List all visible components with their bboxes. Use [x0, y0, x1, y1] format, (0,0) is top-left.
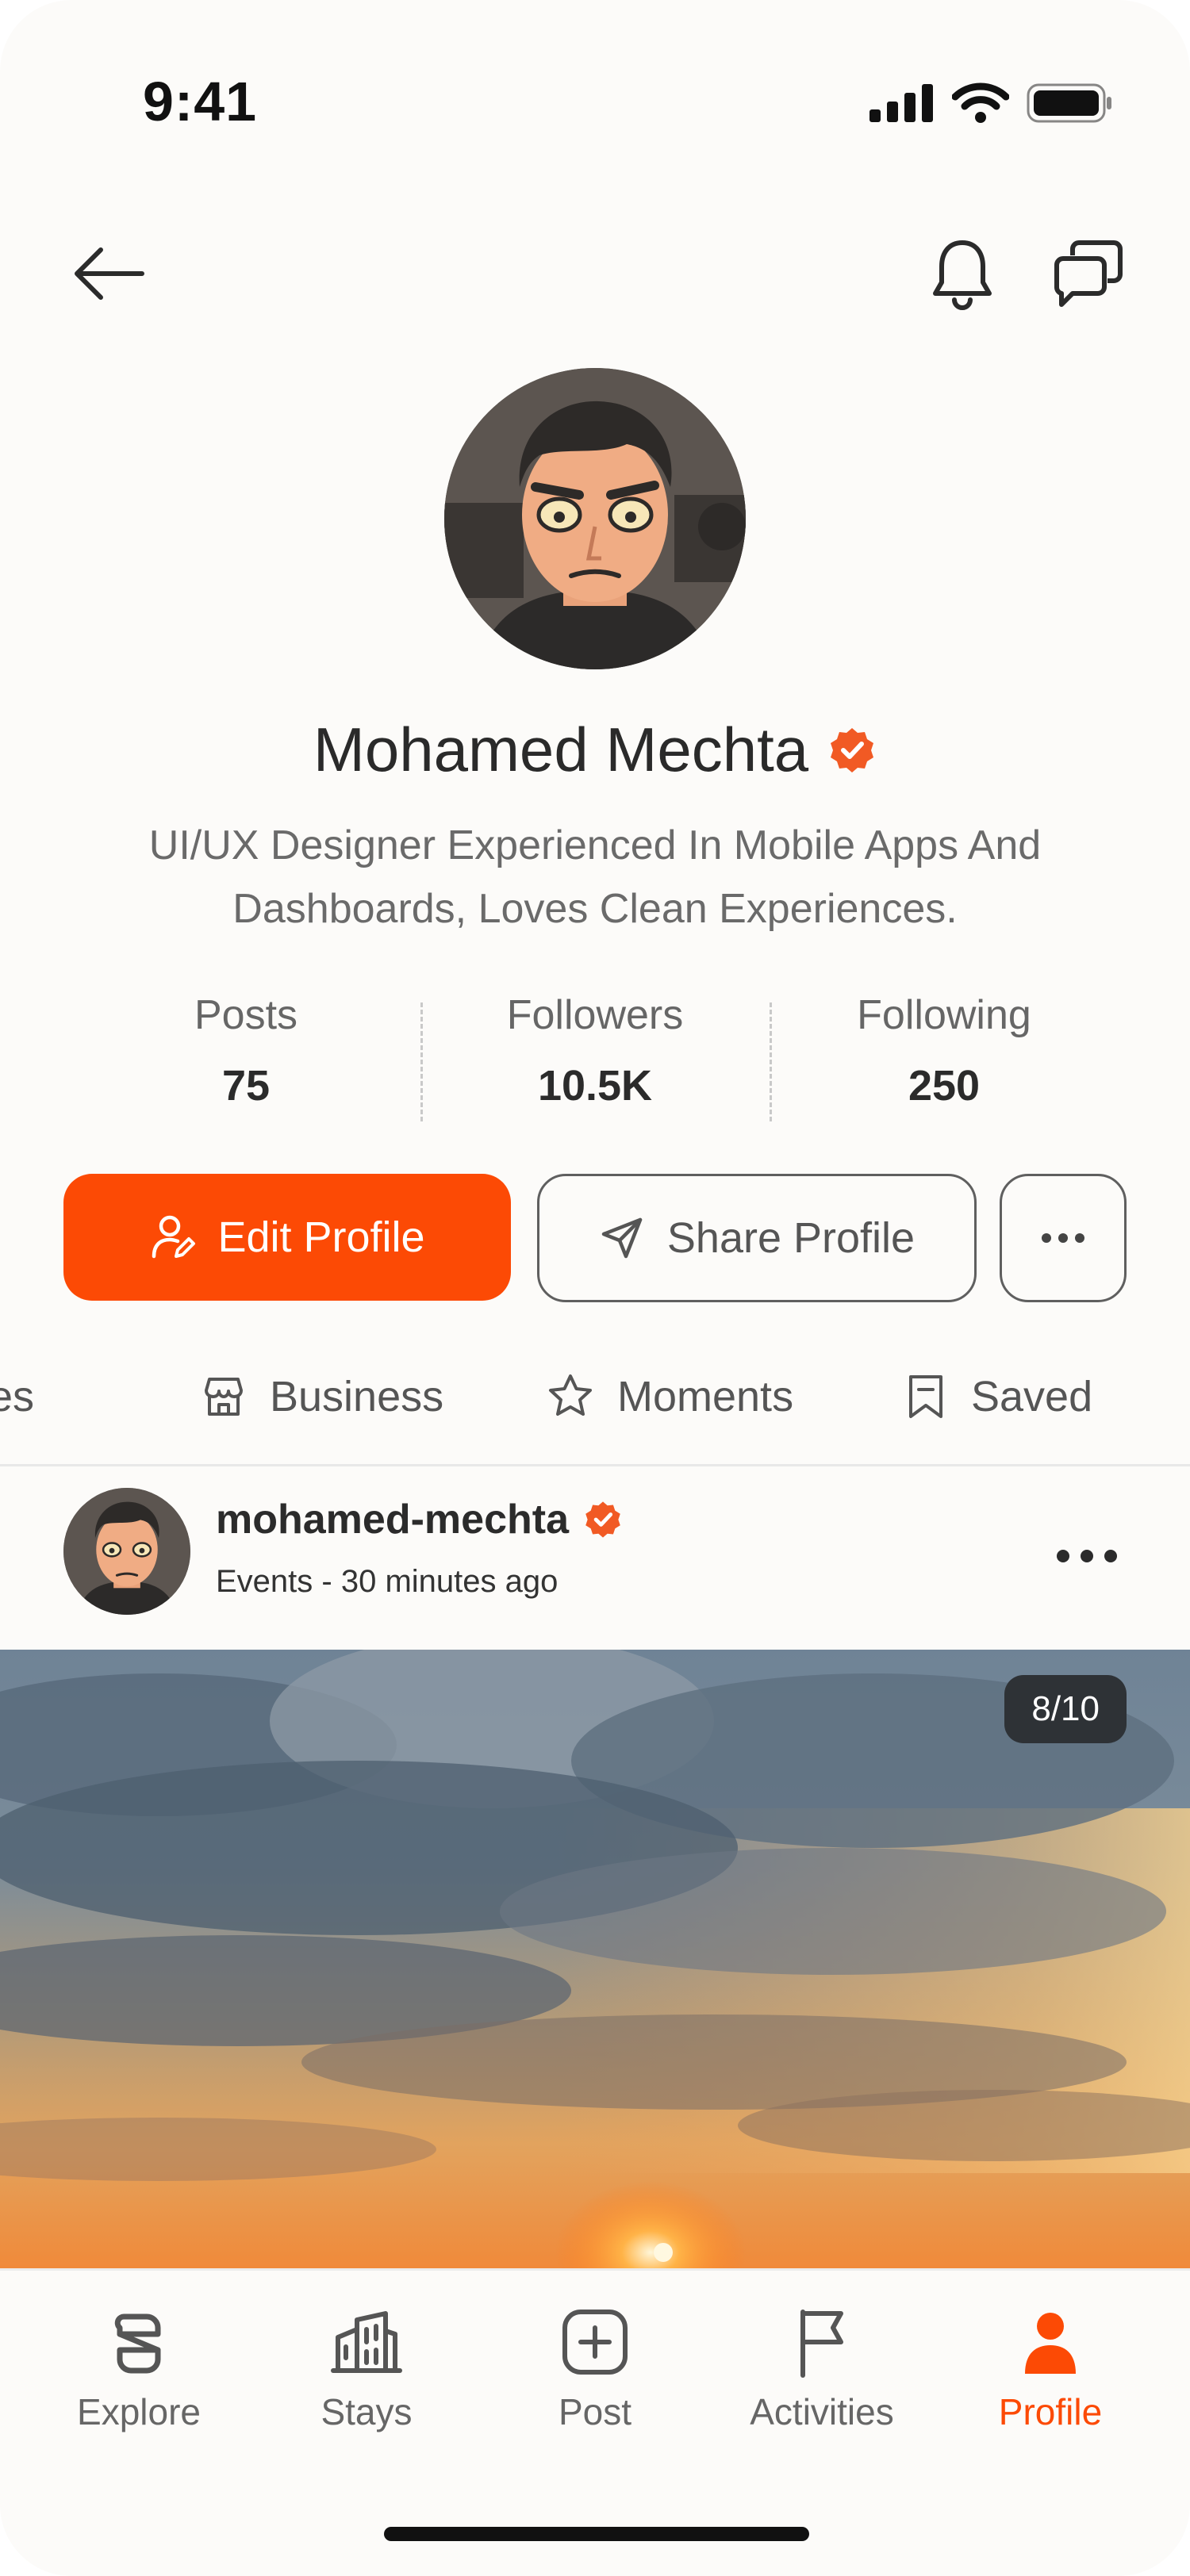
content-tabs: Activities Business Moments Saved: [0, 1364, 1190, 1466]
tab-moments[interactable]: Moments: [546, 1372, 793, 1421]
post-username[interactable]: mohamed-mechta: [216, 1496, 569, 1543]
home-indicator[interactable]: [384, 2527, 809, 2541]
send-icon: [601, 1217, 643, 1259]
tab-label: Saved: [971, 1373, 1093, 1420]
tab-label: Activities: [0, 1373, 35, 1420]
avatar-illustration: [63, 1488, 190, 1615]
post-author-avatar[interactable]: [63, 1488, 190, 1615]
post-options-button[interactable]: [1047, 1532, 1127, 1580]
bookmark-icon: [909, 1375, 942, 1418]
arrow-left-icon: [75, 247, 144, 300]
edit-profile-label: Edit Profile: [217, 1213, 425, 1261]
stat-label: Followers: [506, 992, 684, 1038]
post-author-row: mohamed-mechta: [216, 1496, 623, 1543]
tabbar-label: Profile: [998, 2391, 1103, 2432]
tabbar-label: Stays: [321, 2391, 413, 2432]
more-horizontal-icon: [1057, 1550, 1117, 1562]
tab-label: Business: [270, 1373, 444, 1420]
post-meta: Events - 30 minutes ago: [216, 1564, 559, 1599]
tabbar-item-stays[interactable]: Stays: [255, 2302, 478, 2433]
tabbar-item-profile[interactable]: Profile: [939, 2302, 1161, 2433]
verified-badge-icon: [831, 727, 874, 772]
star-icon: [549, 1374, 592, 1416]
share-profile-label: Share Profile: [666, 1214, 916, 1262]
tab-business[interactable]: Business: [200, 1372, 443, 1421]
tab-label: Moments: [617, 1373, 794, 1420]
back-button[interactable]: [65, 238, 152, 309]
store-icon: [205, 1378, 243, 1416]
sunset-sky-photo: [0, 1650, 1190, 2268]
stat-label: Posts: [194, 992, 298, 1038]
profile-actions: Edit Profile Share Profile: [63, 1174, 1127, 1302]
status-icons: [869, 82, 1114, 124]
profile-stats: Posts 75 Followers 10.5K Following 250: [71, 991, 1119, 1121]
buildings-icon: [331, 2311, 402, 2373]
edit-profile-button[interactable]: Edit Profile: [63, 1174, 511, 1301]
post-header: mohamed-mechta Events - 30 minutes ago: [0, 1480, 1190, 1646]
tabbar-item-explore[interactable]: Explore: [28, 2302, 250, 2433]
stat-value: 10.5K: [537, 1062, 653, 1110]
profile-screen: 9:41 Mohamed Mechta UI/UX Designer Exper…: [0, 0, 1190, 2576]
messages-button[interactable]: [1050, 235, 1127, 314]
stat-posts[interactable]: Posts 75: [71, 991, 420, 1110]
stat-value: 75: [221, 1062, 271, 1110]
profile-bio: UI/UX Designer Experienced In Mobile App…: [148, 822, 1042, 932]
stat-label: Following: [857, 992, 1031, 1038]
status-time: 9:41: [143, 71, 258, 132]
explore-icon: [114, 2313, 161, 2374]
profile-avatar[interactable]: [444, 368, 746, 669]
bell-icon: [933, 240, 992, 310]
stat-following[interactable]: Following 250: [770, 991, 1119, 1121]
tabbar-label: Explore: [77, 2391, 201, 2432]
signal-icon: [869, 84, 933, 122]
tabbar-item-post[interactable]: Post: [484, 2302, 706, 2433]
avatar-illustration: [444, 368, 746, 669]
wifi-icon: [952, 82, 1009, 123]
image-counter: 8/10: [1004, 1675, 1127, 1743]
share-profile-button[interactable]: Share Profile: [537, 1174, 977, 1302]
profile-name-row: Mohamed Mechta: [0, 714, 1190, 786]
profile-name: Mohamed Mechta: [313, 715, 809, 784]
user-edit-icon: [152, 1215, 196, 1259]
more-horizontal-icon: [1042, 1233, 1084, 1243]
person-icon: [1025, 2313, 1076, 2374]
flag-icon: [800, 2310, 843, 2378]
stat-value: 250: [908, 1062, 981, 1110]
stat-followers[interactable]: Followers 10.5K: [420, 991, 770, 1121]
tab-activities[interactable]: Activities: [0, 1372, 34, 1421]
verified-badge-icon: [585, 1501, 620, 1538]
plus-square-icon: [562, 2310, 628, 2375]
post-image[interactable]: 8/10: [0, 1650, 1190, 2268]
more-options-button[interactable]: [1000, 1174, 1127, 1302]
tabbar-label: Post: [558, 2391, 632, 2432]
notifications-button[interactable]: [927, 235, 998, 314]
battery-icon: [1027, 83, 1111, 123]
tabbar-item-activities[interactable]: Activities: [711, 2302, 933, 2433]
tab-saved[interactable]: Saved: [903, 1372, 1092, 1421]
chat-bubbles-icon: [1054, 240, 1123, 307]
tabbar-label: Activities: [750, 2391, 894, 2432]
